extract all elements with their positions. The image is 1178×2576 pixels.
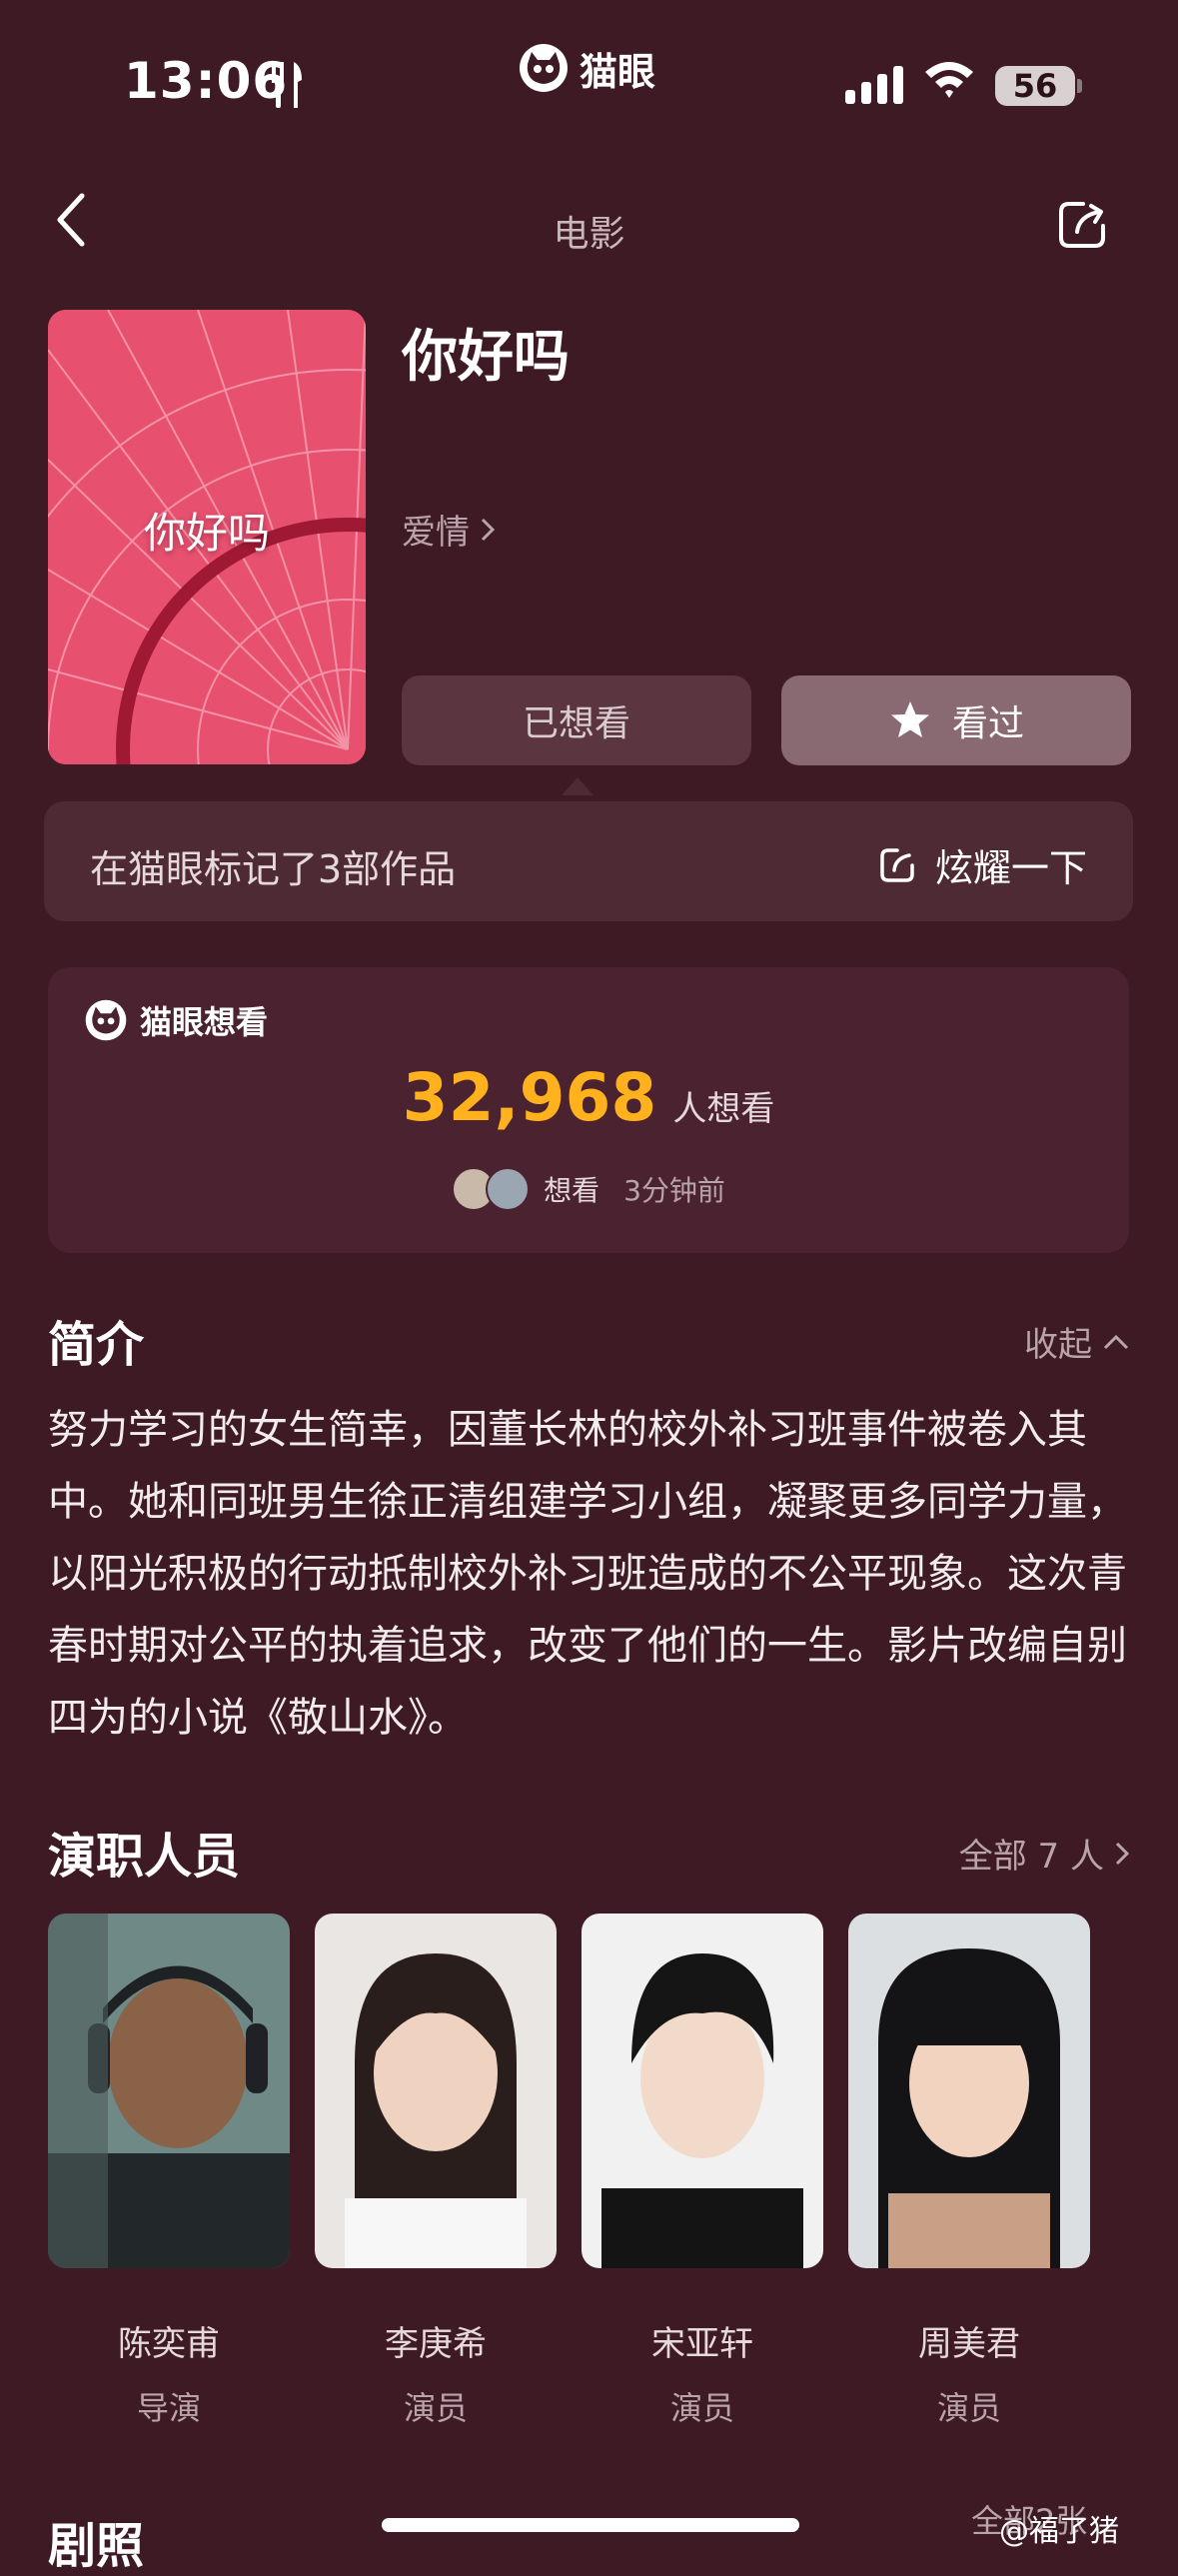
- cat-logo-icon: [85, 999, 127, 1041]
- mark-tip-banner: 在猫眼标记了3部作品 炫耀一下: [44, 801, 1133, 921]
- cast-name: 陈奕甫: [118, 2324, 220, 2364]
- star-icon: [890, 701, 929, 737]
- cast-name: 周美君: [918, 2324, 1020, 2364]
- share-small-icon: [880, 847, 914, 882]
- poster-title: 你好吗: [143, 509, 270, 558]
- cast-photo: [848, 1914, 1090, 2268]
- share-icon[interactable]: [1055, 198, 1109, 252]
- collapse-button[interactable]: 收起: [1024, 1317, 1130, 1366]
- app-brand: 猫眼: [518, 40, 655, 96]
- chevron-right-icon: [481, 518, 496, 541]
- cast-photo: [48, 1914, 290, 2268]
- genre-label: 爱情: [402, 513, 470, 553]
- user-avatars: [452, 1167, 531, 1211]
- want-card-header: 猫眼想看: [84, 997, 268, 1043]
- cast-card[interactable]: 陈奕甫 导演: [48, 1914, 290, 2429]
- signal-icon: [845, 62, 903, 104]
- cast-title: 演职人员: [48, 1829, 241, 1885]
- recent-want-activity: 想看 3分钟前: [48, 1167, 1129, 1211]
- nav-title: 电影: [553, 214, 625, 255]
- cast-photo: [315, 1914, 557, 2268]
- watermark-text: @福了猪: [999, 2514, 1119, 2549]
- watched-button-label: 看过: [951, 703, 1024, 744]
- cast-card[interactable]: 宋亚轩 演员: [582, 1914, 823, 2429]
- want-to-watch-button[interactable]: 已想看: [402, 675, 751, 765]
- photos-title: 剧照: [48, 2518, 145, 2574]
- cast-card[interactable]: 李庚希 演员: [315, 1914, 557, 2429]
- cast-card[interactable]: 周美君 演员: [848, 1914, 1090, 2429]
- intro-text: 努力学习的女生简幸，因董长林的校外补习班事件被卷入其中。她和同班男生徐正清组建学…: [48, 1407, 1127, 1741]
- flaunt-button[interactable]: 炫耀一下: [877, 837, 1087, 892]
- intro-title: 简介: [48, 1317, 145, 1373]
- avatar: [486, 1167, 531, 1211]
- cast-role: 演员: [669, 2389, 734, 2427]
- collapse-label: 收起: [1024, 1325, 1092, 1365]
- watermark: @福了猪: [999, 2506, 1119, 2550]
- battery-indicator: 56: [995, 66, 1075, 106]
- flaunt-label: 炫耀一下: [934, 846, 1087, 890]
- battery-tip: [1077, 79, 1082, 93]
- recent-time: 3分钟前: [623, 1174, 725, 1207]
- status-time: 13:06: [124, 52, 289, 110]
- chevron-up-icon: [1103, 1334, 1129, 1349]
- want-count: 32,968 人想看: [48, 1059, 1129, 1136]
- cast-role: 演员: [403, 2389, 468, 2427]
- want-card-title: 猫眼想看: [140, 1003, 269, 1041]
- mark-count-text: 在猫眼标记了3部作品: [90, 847, 457, 891]
- chevron-right-icon: [1115, 1842, 1130, 1865]
- want-count-number: 32,968: [402, 1059, 657, 1136]
- cast-role: 导演: [136, 2389, 201, 2427]
- genre-link[interactable]: 爱情: [402, 505, 496, 554]
- want-card: 猫眼想看 32,968 人想看 想看 3分钟前: [48, 967, 1129, 1253]
- all-cast-link[interactable]: 全部 7 人: [959, 1829, 1130, 1878]
- cat-logo-icon: [520, 44, 568, 92]
- cast-photo: [582, 1914, 823, 2268]
- recent-action: 想看: [544, 1174, 600, 1207]
- cast-name: 李庚希: [385, 2324, 487, 2364]
- movie-poster[interactable]: 你好吗: [48, 310, 366, 764]
- want-button-label: 已想看: [522, 703, 630, 744]
- cast-name: 宋亚轩: [651, 2324, 753, 2364]
- want-count-unit: 人想看: [672, 1089, 775, 1129]
- home-indicator[interactable]: [382, 2518, 799, 2532]
- movie-title: 你好吗: [402, 325, 570, 390]
- brand-name: 猫眼: [580, 49, 656, 94]
- fork-knife-icon: [272, 62, 302, 108]
- cast-role: 演员: [936, 2389, 1001, 2427]
- all-cast-label: 全部 7 人: [958, 1837, 1104, 1877]
- watched-button[interactable]: 看过: [781, 675, 1131, 765]
- tooltip-arrow: [562, 777, 593, 795]
- wifi-icon: [925, 62, 973, 98]
